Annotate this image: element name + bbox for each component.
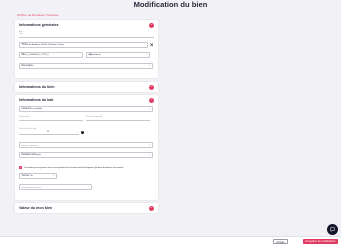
- save-button[interactable]: Enregistrer les modifications: [302, 238, 338, 245]
- end-date-label: Date de fin (optionnel): [86, 116, 103, 118]
- general-info-title: Informations générales: [19, 22, 59, 27]
- frequency-value: Tous les 1er: [21, 174, 33, 177]
- minus-icon: −: [150, 23, 153, 27]
- chevron-down-icon: ⌄: [148, 107, 151, 111]
- revision-checkbox-text: Le locataire peut régulariser une ou tro…: [24, 166, 124, 169]
- chevron-down-icon: ⌄: [148, 143, 151, 147]
- crosshair-icon[interactable]: [150, 43, 154, 47]
- chevron-down-icon: ⌄: [148, 64, 151, 68]
- status-select[interactable]: Statut du bien Non proposé ⌄: [19, 63, 153, 69]
- usage-value: Résidence principale: [21, 153, 41, 156]
- start-date-label: Date de début: [19, 116, 30, 118]
- notice-placeholder: Repositionner le bien: [21, 186, 42, 189]
- minus-icon: −: [150, 205, 153, 210]
- lease-type-value: Location non meublée: [21, 107, 43, 110]
- valeur-collapse-button[interactable]: −: [149, 205, 154, 211]
- status-value: Non proposé: [21, 64, 34, 67]
- general-collapse-button[interactable]: −: [149, 23, 154, 28]
- breadcrumb[interactable]: 29 Rue de Bordeaux Toulouse: [17, 13, 59, 17]
- cancel-button[interactable]: Annuler: [272, 238, 288, 245]
- chevron-down-icon: ⌄: [148, 153, 151, 157]
- bien-info-title: Informations du bien: [19, 84, 55, 89]
- usage-select[interactable]: Destination du bien Résidence principale…: [19, 152, 153, 158]
- page-title: Modification du bien: [133, 0, 208, 9]
- bail-collapse-button[interactable]: −: [149, 98, 154, 103]
- signature-date-field[interactable]: Date de signature ⌄: [19, 142, 153, 148]
- info-icon[interactable]: i: [81, 130, 85, 134]
- type-value: Appartement: [88, 53, 101, 56]
- lease-type-select[interactable]: Type de bail Location non meublée ⌄: [19, 106, 153, 112]
- revision-checkbox[interactable]: ✓: [19, 166, 23, 170]
- valeur-title: Valeur du mon bien: [19, 205, 53, 210]
- footer-bar: Annuler Enregistrer les modifications: [0, 236, 341, 247]
- frequency-select[interactable]: Fréquence Tous les 1er ⌄: [19, 173, 57, 179]
- minus-icon: −: [150, 84, 153, 89]
- type-select[interactable]: Type Appartement ⌄: [86, 52, 150, 58]
- name-value: Tiqui: [19, 33, 23, 36]
- valeur-card[interactable]: Valeur du mon bien −: [15, 203, 158, 213]
- address-field[interactable]: Adresse 29 Rue de Bordeaux 31200, Toulou…: [19, 42, 148, 48]
- bail-info-card: Informations du bail − Type de bail Loca…: [15, 95, 158, 200]
- chevron-down-icon: ⌄: [87, 185, 90, 189]
- chevron-down-icon: ⌄: [52, 174, 55, 178]
- bien-collapse-button[interactable]: −: [149, 84, 154, 90]
- minus-icon: −: [150, 98, 153, 102]
- chevron-down-icon: ⌄: [145, 53, 148, 57]
- general-info-card: Informations générales − Nom Tiqui Adres…: [15, 20, 158, 78]
- bien-info-card[interactable]: Informations du bien −: [15, 82, 158, 92]
- chat-icon: [330, 227, 335, 232]
- bail-info-title: Informations du bail: [19, 97, 54, 102]
- chat-button[interactable]: [327, 224, 338, 235]
- address-value: 29 Rue de Bordeaux 31200, Toulouse, Fran…: [21, 43, 65, 46]
- reference-field[interactable]: Réf BIEN_1_0000000_1_0715_0: [19, 52, 83, 58]
- notice-select[interactable]: Repositionner le bien ⌄: [19, 184, 92, 190]
- duration-value: 36: [47, 131, 49, 133]
- signature-date-placeholder: Date de signature: [21, 144, 38, 147]
- duration-label: Durée du bail (en mois): [19, 128, 37, 130]
- reference-value: BIEN_1_0000000_1_0715_0: [21, 53, 49, 56]
